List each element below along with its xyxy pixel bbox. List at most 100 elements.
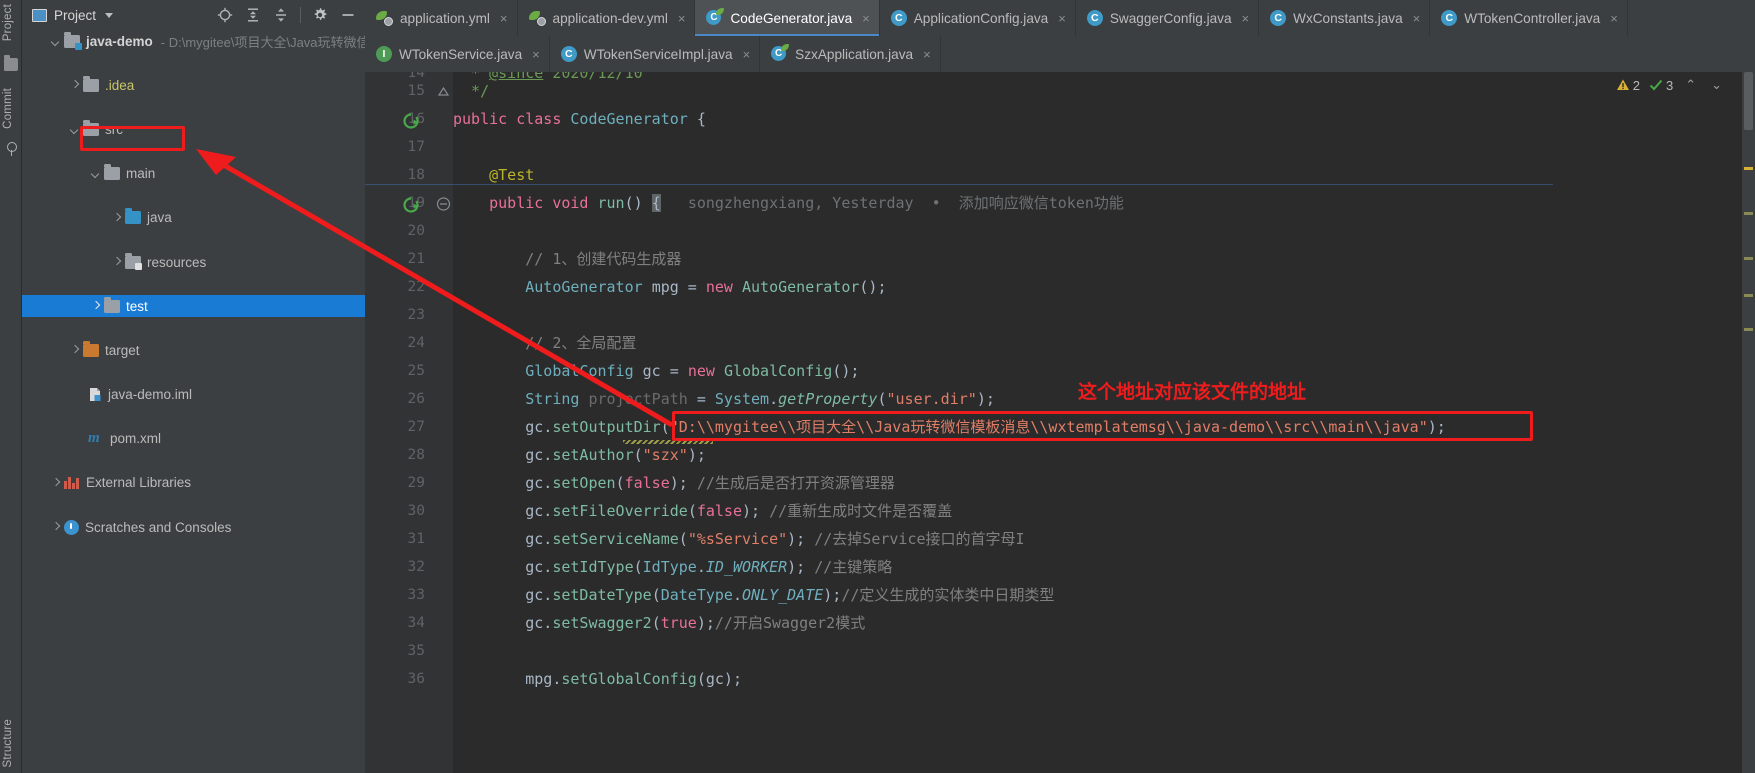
- chevron-right-icon[interactable]: [111, 212, 122, 223]
- tab-label: application.yml: [400, 10, 490, 26]
- collapse-all-icon[interactable]: [268, 2, 294, 28]
- highlight-box-output-path: [672, 411, 1533, 441]
- line-number: 26: [407, 391, 425, 407]
- tree-node-label: java-demo.iml: [108, 387, 193, 403]
- line-number: 28: [407, 447, 425, 463]
- chevron-right-icon[interactable]: [69, 345, 80, 356]
- tab-application-yml[interactable]: application.yml ×: [365, 0, 518, 36]
- tab-wtokenserviceimpl-java[interactable]: C WTokenServiceImpl.java ×: [550, 36, 761, 72]
- tree-node-external-libraries[interactable]: External Libraries: [22, 472, 365, 494]
- chevron-down-icon[interactable]: [105, 12, 114, 18]
- tool-window-button-project[interactable]: Project: [2, 4, 14, 41]
- tree-node-label: resources: [147, 254, 207, 270]
- line-number: 18: [407, 167, 425, 183]
- line-number: 33: [407, 587, 425, 603]
- close-icon[interactable]: ×: [1610, 11, 1618, 26]
- line-number: 24: [407, 335, 425, 351]
- tab-applicationconfig-java[interactable]: C ApplicationConfig.java ×: [880, 0, 1076, 36]
- code-line-24: // 2、全局配置: [525, 334, 637, 352]
- tab-wtokenservice-java[interactable]: I WTokenService.java ×: [365, 36, 550, 72]
- close-icon[interactable]: ×: [1413, 11, 1421, 26]
- expand-all-icon[interactable]: [240, 2, 266, 28]
- inspection-widget[interactable]: 2 3 ⌃ ⌄: [1616, 77, 1725, 93]
- tab-szxapplication-java[interactable]: C SzxApplication.java ×: [760, 36, 941, 72]
- tree-node-resources[interactable]: resources: [22, 251, 365, 273]
- code-line-29: gc.setOpen(false); //生成后是否打开资源管理器: [453, 474, 895, 492]
- java-class-icon: C: [1270, 10, 1287, 26]
- close-icon[interactable]: ×: [743, 47, 751, 62]
- fold-end-icon[interactable]: [434, 86, 453, 98]
- marker-warning[interactable]: [1744, 294, 1753, 297]
- chevron-right-icon[interactable]: [90, 301, 101, 312]
- tree-node-java-demo[interactable]: java-demo - D:\mygitee\项目大全\Java玩转微信模: [22, 30, 365, 52]
- warning-count-label: 2: [1632, 77, 1640, 93]
- chevron-down-icon[interactable]: [69, 124, 80, 135]
- tab-swaggerconfig-java[interactable]: C SwaggerConfig.java ×: [1076, 0, 1260, 36]
- tab-label: WxConstants.java: [1293, 10, 1403, 26]
- marker-warning[interactable]: [1744, 212, 1753, 215]
- check-count[interactable]: 3: [1649, 78, 1673, 93]
- tab-wxconstants-java[interactable]: C WxConstants.java ×: [1259, 0, 1431, 36]
- line-number: 35: [407, 643, 425, 659]
- yaml-spring-icon: [376, 10, 393, 26]
- marker-warning[interactable]: [1744, 167, 1753, 170]
- close-icon[interactable]: ×: [500, 11, 508, 26]
- java-class-spring-icon: C: [771, 44, 790, 62]
- tree-node-scratches[interactable]: Scratches and Consoles: [22, 516, 365, 538]
- chevron-down-icon[interactable]: ⌄: [1708, 77, 1725, 93]
- close-icon[interactable]: ×: [1242, 11, 1250, 26]
- tree-node-pom-xml[interactable]: m pom.xml: [22, 428, 365, 450]
- close-icon[interactable]: ×: [862, 11, 870, 26]
- code-line-19: public void run() { songzhengxiang, Yest…: [489, 194, 1124, 212]
- tree-node-java[interactable]: java: [22, 207, 365, 229]
- check-count-label: 3: [1665, 77, 1674, 93]
- tree-node-target[interactable]: target: [22, 339, 365, 361]
- close-icon[interactable]: ×: [532, 47, 540, 62]
- fold-start-icon[interactable]: [434, 196, 453, 212]
- project-tree[interactable]: java-demo - D:\mygitee\项目大全\Java玩转微信模 .i…: [22, 30, 365, 773]
- chevron-down-icon[interactable]: [50, 36, 61, 47]
- tree-node-test[interactable]: test: [22, 295, 365, 318]
- warning-count[interactable]: 2: [1616, 78, 1640, 93]
- tree-node-idea[interactable]: .idea: [22, 74, 365, 96]
- marker-warning[interactable]: [1744, 328, 1753, 331]
- line-number: 30: [407, 503, 425, 519]
- tab-wtokencontroller-java[interactable]: C WTokenController.java ×: [1430, 0, 1628, 36]
- tool-window-button-commit[interactable]: Commit: [2, 88, 14, 129]
- folder-icon: [104, 296, 120, 313]
- tree-node-src[interactable]: src: [22, 118, 365, 140]
- code-line-21: // 1、创建代码生成器: [525, 250, 682, 268]
- line-number: 19: [407, 195, 425, 211]
- locate-icon[interactable]: [212, 2, 238, 28]
- tab-codegenerator-java[interactable]: C CodeGenerator.java ×: [695, 0, 880, 36]
- marker-warning[interactable]: [1744, 257, 1753, 260]
- tree-node-main[interactable]: main: [22, 163, 365, 185]
- project-panel-toolbar: [212, 0, 361, 30]
- scrollbar-thumb[interactable]: [1744, 72, 1753, 130]
- run-test-gutter-icon[interactable]: [403, 197, 419, 213]
- editor-marker-scrollbar[interactable]: [1742, 72, 1755, 773]
- close-icon[interactable]: ×: [923, 47, 931, 62]
- code-line-32: gc.setIdType(IdType.ID_WORKER); //主键策略: [453, 558, 893, 576]
- chevron-right-icon[interactable]: [50, 522, 61, 533]
- chevron-right-icon[interactable]: [69, 80, 80, 91]
- java-class-icon: C: [1086, 10, 1103, 26]
- chevron-right-icon[interactable]: [50, 477, 61, 488]
- folder-icon: [104, 164, 120, 181]
- hide-panel-icon[interactable]: [335, 2, 361, 28]
- tool-window-button-structure[interactable]: Structure: [2, 719, 14, 767]
- editor-fold-strip[interactable]: [434, 72, 453, 773]
- tab-application-dev-yml[interactable]: application-dev.yml ×: [518, 0, 696, 36]
- code-line-34: gc.setSwagger2(true);//开启Swagger2模式: [453, 614, 866, 632]
- chevron-down-icon[interactable]: [90, 168, 101, 179]
- tab-label: ApplicationConfig.java: [913, 10, 1049, 26]
- module-folder-icon: [64, 31, 82, 50]
- tree-node-java-demo-iml[interactable]: java-demo.iml: [22, 384, 365, 406]
- close-icon[interactable]: ×: [678, 11, 686, 26]
- editor-tab-row-2: I WTokenService.java × C WTokenServiceIm…: [365, 36, 941, 72]
- close-icon[interactable]: ×: [1058, 11, 1066, 26]
- chevron-up-icon[interactable]: ⌃: [1682, 77, 1699, 93]
- settings-gear-icon[interactable]: [307, 2, 333, 28]
- chevron-right-icon[interactable]: [111, 257, 122, 268]
- run-test-gutter-icon[interactable]: [403, 113, 419, 129]
